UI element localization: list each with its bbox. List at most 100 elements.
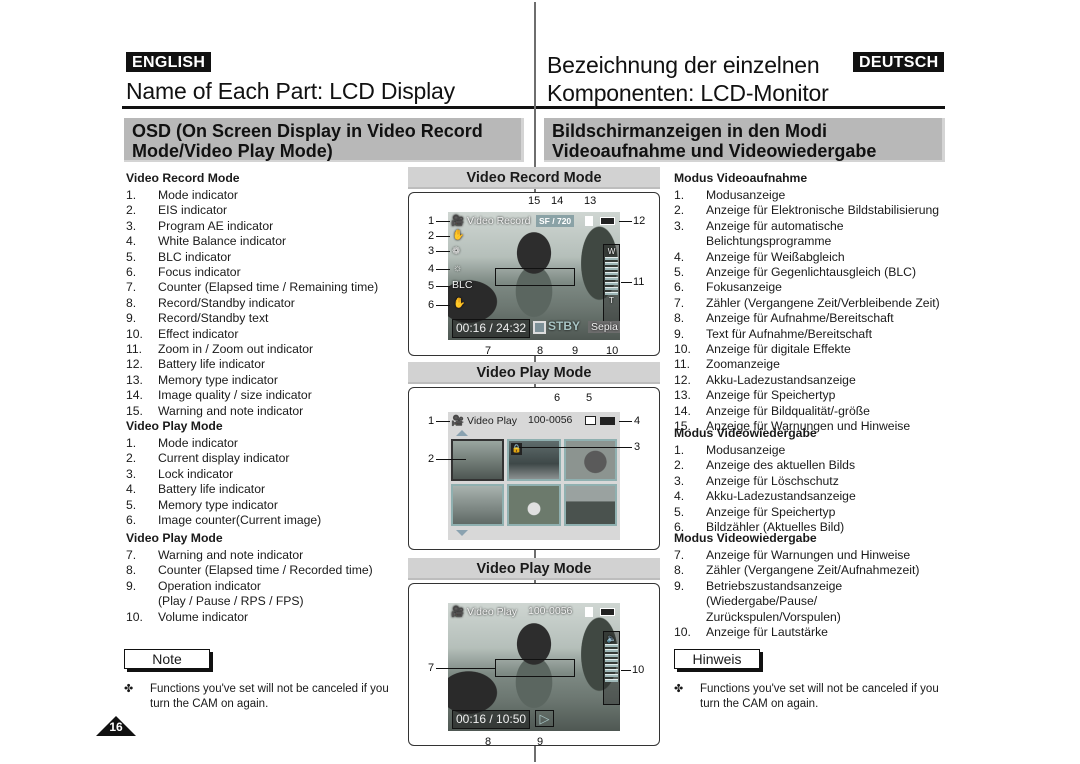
list-item-number: 1. xyxy=(674,443,685,457)
scroll-down-arrow-icon[interactable] xyxy=(456,530,468,536)
scroll-up-arrow-icon[interactable] xyxy=(456,430,468,436)
callout-number: 5 xyxy=(586,392,593,404)
zoom-segment xyxy=(605,257,618,260)
list-item: 1. Mode indicator xyxy=(126,188,401,203)
list-item-number: 2. xyxy=(674,203,685,218)
list-item-number: 7. xyxy=(126,280,137,295)
focus-icon: ✋ xyxy=(453,298,466,309)
list-item: 1. Modusanzeige xyxy=(674,188,949,203)
note-english-text: Functions you've set will not be cancele… xyxy=(150,683,389,710)
list-item-number: 6. xyxy=(674,280,685,295)
list-item-text: Anzeige für Gegenlichtausgleich (BLC) xyxy=(706,265,917,280)
list-item-number: 1. xyxy=(126,188,137,202)
callout-number: 7 xyxy=(485,345,492,357)
size-label: 720 xyxy=(556,216,572,226)
volume-segment xyxy=(605,654,618,657)
callout-number: 3 xyxy=(634,441,641,453)
list-item-text: Volume indicator xyxy=(158,609,249,624)
list-item: 3. Lock indicator xyxy=(126,467,401,482)
list-item-number: 8. xyxy=(674,311,685,326)
thumbnail[interactable] xyxy=(563,484,617,526)
volume-segment xyxy=(605,674,618,677)
list-item-number xyxy=(674,610,706,625)
english-record-list: Video Record Mode 1. Mode indicator 2. EIS … xyxy=(126,170,401,419)
list-item-text: (Wiedergabe/Pause/ xyxy=(706,594,818,609)
section-heading-english: OSD (On Screen Display in Video Record M… xyxy=(124,118,524,162)
thumbnail[interactable] xyxy=(507,484,561,526)
list-item-number: 5. xyxy=(674,504,685,519)
list-item-number: 7. xyxy=(674,548,685,562)
list-item-number: 13. xyxy=(674,388,691,403)
list-item: 10. Anzeige für Lautstärke xyxy=(674,625,949,640)
list-item-number xyxy=(674,234,706,249)
callout-line xyxy=(436,236,450,237)
callout-number: 5 xyxy=(428,280,435,292)
volume-segment xyxy=(605,664,618,667)
volume-indicator[interactable]: 🔈 xyxy=(603,631,620,705)
thumbnail-locked[interactable]: 🔒 xyxy=(507,439,561,481)
callout-number: 1 xyxy=(428,215,435,227)
list-item-text: Image quality / size indicator xyxy=(158,388,312,403)
white-balance-icon: ☼ xyxy=(453,263,463,274)
callout-line xyxy=(621,282,632,283)
list-item-text: Counter (Elapsed time / Remaining time) xyxy=(158,280,379,295)
list-item-text: (Play / Pause / RPS / FPS) xyxy=(158,594,304,609)
list-item-text: Lock indicator xyxy=(158,466,234,481)
list-item-text: Anzeige des aktuellen Bilds xyxy=(706,458,856,473)
list-item: 4. Anzeige für Weißabgleich xyxy=(674,250,949,265)
list-item-text: Anzeige für Speichertyp xyxy=(706,504,836,519)
list-item-number: 5. xyxy=(126,249,137,264)
zoom-segment xyxy=(605,287,618,290)
list-item-number xyxy=(674,594,706,609)
list-item-text: Anzeige für Aufnahme/Bereitschaft xyxy=(706,311,894,326)
note-german: ✤ Functions you've set will not be cance… xyxy=(674,682,944,711)
list-item-text: White Balance indicator xyxy=(158,234,287,249)
list-item-number: 10. xyxy=(126,609,143,624)
callout-number: 9 xyxy=(572,345,579,357)
callout-number: 4 xyxy=(634,415,641,427)
record-standby-text: STBY xyxy=(548,319,581,333)
note-english: ✤ Functions you've set will not be cance… xyxy=(124,682,394,711)
eis-icon: ✋ xyxy=(452,230,465,241)
thumbnail[interactable] xyxy=(563,439,617,481)
battery-icon xyxy=(600,608,615,616)
list-item: 4. Akku-Ladezustandsanzeige xyxy=(674,489,949,504)
list-item-number: 9. xyxy=(674,326,685,341)
thumbnail-current[interactable] xyxy=(451,439,505,481)
section-heading-english-line2: Mode/Video Play Mode) xyxy=(132,141,333,161)
lcd-record-mode-text: Video Record xyxy=(467,215,531,227)
callout-number: 14 xyxy=(551,195,564,207)
list-item-number: 13. xyxy=(126,372,143,387)
list-item: (Wiedergabe/Pause/ xyxy=(674,594,949,609)
german-record-heading: Modus Videoaufnahme xyxy=(674,171,808,185)
list-item-number: 1. xyxy=(126,436,137,450)
list-item-number: 3. xyxy=(126,218,137,233)
zoom-indicator: W T xyxy=(603,244,620,322)
english-play-heading-2: Video Play Mode xyxy=(126,531,223,545)
list-item-text: Belichtungsprogramme xyxy=(706,234,832,249)
thumbnail-grid: 🔒 xyxy=(451,439,617,526)
image-counter: 100-0056 xyxy=(528,414,573,426)
list-item: Belichtungsprogramme xyxy=(674,234,949,249)
list-item: 8. Record/Standby indicator xyxy=(126,296,401,311)
list-item: 13. Memory type indicator xyxy=(126,373,401,388)
camcorder-icon: 🎥 xyxy=(451,606,465,618)
zoom-w-label: W xyxy=(607,247,616,256)
list-item-number: 9. xyxy=(674,578,685,593)
callout-number: 9 xyxy=(537,736,544,748)
list-item: 7. Warning and note indicator xyxy=(126,548,401,563)
list-item-text: Focus indicator xyxy=(158,265,241,280)
list-item-text: Anzeige für Elektronische Bildstabilisie… xyxy=(706,203,940,218)
thumbnail[interactable] xyxy=(451,484,505,526)
list-item: 9. Text für Aufnahme/Bereitschaft xyxy=(674,327,949,342)
volume-segment xyxy=(605,659,618,662)
list-item-text: Zurückspulen/Vorspulen) xyxy=(706,609,841,624)
callout-line xyxy=(619,221,632,222)
list-item-text: Text für Aufnahme/Bereitschaft xyxy=(706,326,872,341)
list-item-number: 5. xyxy=(674,265,685,280)
lcd-play-counter: 00:16 / 10:50 xyxy=(452,710,531,729)
list-item: 3. Anzeige für Löschschutz xyxy=(674,474,949,489)
list-item: 4. Battery life indicator xyxy=(126,482,401,497)
list-item-number: 10. xyxy=(674,342,691,357)
list-item-number: 15. xyxy=(126,403,143,418)
